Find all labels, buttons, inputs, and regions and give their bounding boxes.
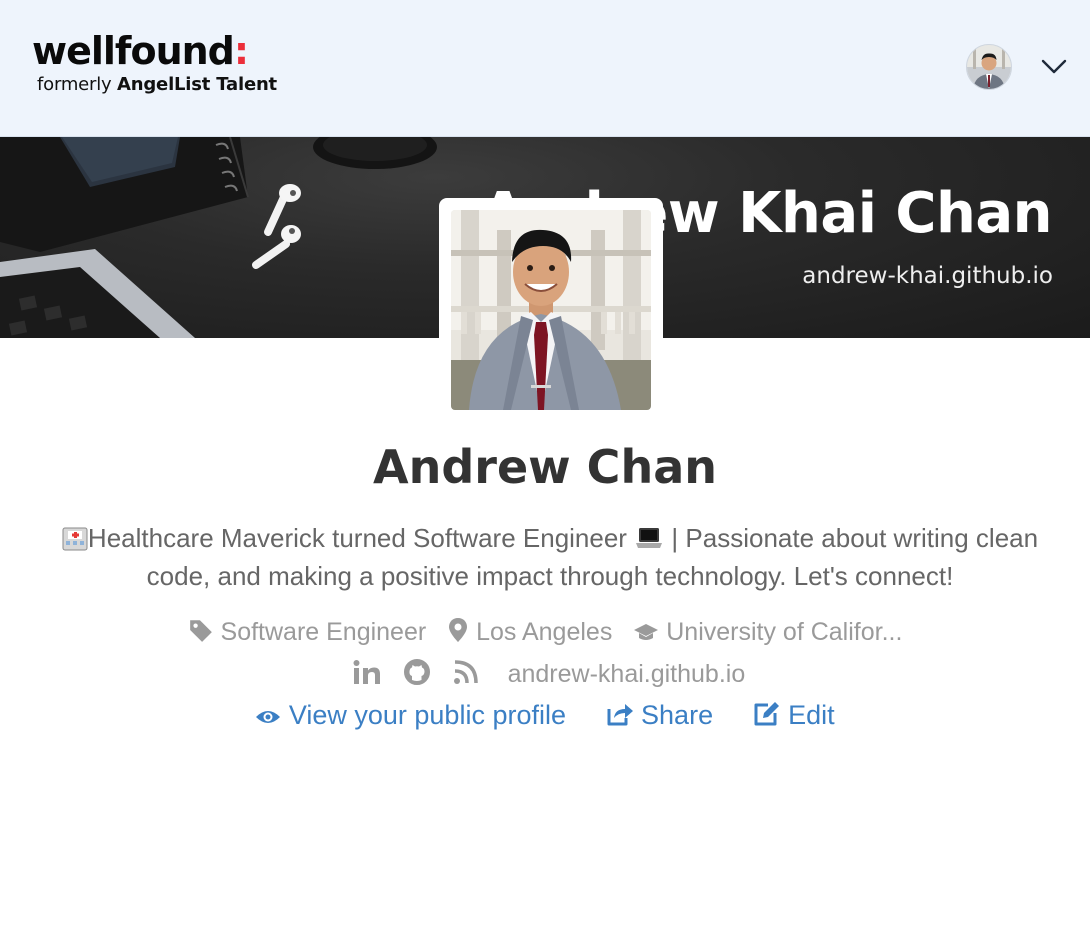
share-icon [607,704,633,726]
profile-bio: Healthcare Maverick turned Software Engi… [40,519,1060,595]
hospital-emoji-icon [62,527,88,551]
profile-meta: Software Engineer Los Angeles University… [0,617,1090,647]
bio-text-2: | Passionate about writing clean [664,523,1039,553]
school-label: University of Califor... [666,618,903,646]
laptop-emoji-icon [636,528,663,548]
edit-icon [754,702,779,726]
website-link[interactable]: andrew-khai.github.io [508,660,746,688]
edit-label: Edit [788,700,835,730]
logo-colon: : [233,29,249,73]
linkedin-icon[interactable] [353,659,381,689]
location-tag: Los Angeles [447,617,612,647]
wellfound-logo[interactable]: wellfound: formerly AngelList Talent [32,30,277,95]
bio-text-3: code, and making a positive impact throu… [146,561,954,591]
share-button[interactable]: Share [606,700,714,731]
eye-icon [256,711,281,723]
profile-actions: View your public profile Share Edit [0,700,1090,731]
map-pin-icon [449,618,468,642]
top-nav: wellfound: formerly AngelList Talent [0,0,1090,137]
school-tag: University of Califor... [633,618,902,647]
rss-icon[interactable] [453,659,479,689]
role-label: Software Engineer [220,618,427,646]
bio-text-1: Healthcare Maverick turned Software Engi… [87,523,627,553]
tag-icon [189,620,212,642]
view-public-profile-label: View your public profile [288,700,566,730]
user-avatar[interactable] [966,44,1012,90]
share-label: Share [641,700,714,730]
banner-url: andrew-khai.github.io [802,263,1053,289]
github-icon[interactable] [403,659,430,689]
profile-photo-frame [439,198,663,412]
logo-word: wellfound [32,29,235,73]
logo-subtitle: formerly AngelList Talent [37,74,277,95]
role-tag: Software Engineer [188,617,427,647]
chevron-down-icon[interactable] [1040,52,1068,80]
social-links: andrew-khai.github.io [0,659,1090,689]
graduation-cap-icon [634,624,659,640]
edit-button[interactable]: Edit [753,700,835,731]
location-label: Los Angeles [476,618,613,646]
profile-name: Andrew Chan [373,440,717,494]
view-public-profile-link[interactable]: View your public profile [255,700,566,731]
profile-photo[interactable] [451,210,651,410]
